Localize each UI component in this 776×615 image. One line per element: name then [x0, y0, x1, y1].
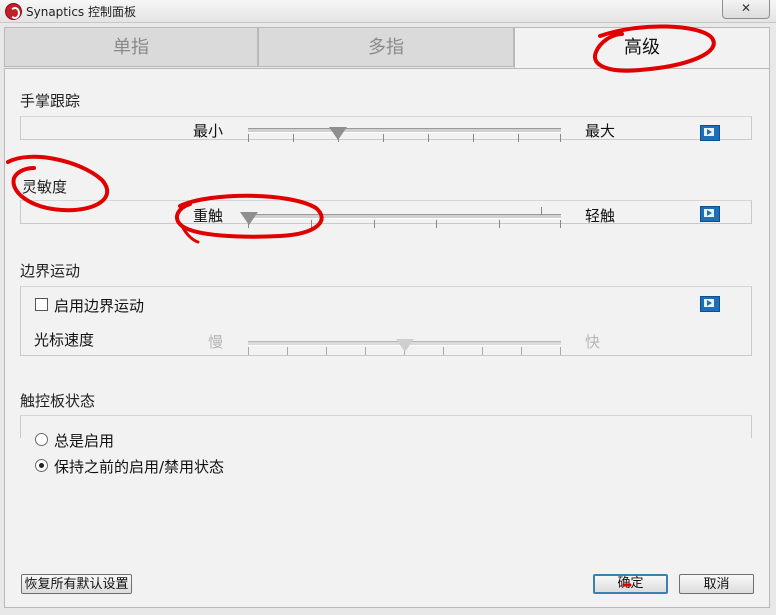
- radio-keep-previous-state[interactable]: [35, 459, 48, 472]
- option-keep-previous-state[interactable]: 保持之前的启用/禁用状态: [54, 456, 224, 477]
- tab-strip: 单指 多指 高级: [4, 27, 770, 69]
- cursor-speed-slow-label: 慢: [208, 333, 224, 351]
- synaptics-logo-icon: [5, 3, 22, 20]
- close-button[interactable]: ✕: [722, 0, 770, 19]
- cursor-speed-label: 光标速度: [34, 331, 95, 349]
- palm-tracking-slider[interactable]: [248, 128, 561, 133]
- sensitivity-group: [20, 200, 752, 224]
- edge-motion-enable-label[interactable]: 启用边界运动: [54, 295, 144, 316]
- palm-tracking-min-label: 最小: [193, 122, 224, 140]
- palm-tracking-max-label: 最大: [585, 122, 616, 140]
- tab-multi-finger[interactable]: 多指: [258, 27, 514, 67]
- edge-motion-checkbox[interactable]: [35, 298, 48, 311]
- sensitivity-label: 灵敏度: [22, 178, 68, 196]
- sensitivity-thumb[interactable]: [240, 212, 258, 225]
- ok-button[interactable]: 确定: [593, 574, 668, 594]
- edge-motion-label: 边界运动: [20, 262, 81, 280]
- sensitivity-video-icon[interactable]: [700, 206, 720, 222]
- cursor-speed-thumb[interactable]: [396, 339, 414, 352]
- touchpad-state-label: 触控板状态: [20, 392, 96, 410]
- sensitivity-slider[interactable]: [248, 214, 561, 219]
- edge-motion-video-icon[interactable]: [700, 296, 720, 312]
- cancel-button[interactable]: 取消: [679, 574, 754, 594]
- sensitivity-max-label: 轻触: [585, 207, 616, 225]
- tab-advanced[interactable]: 高级: [514, 27, 770, 69]
- touchpad-state-group: [20, 415, 752, 438]
- sensitivity-min-label: 重触: [193, 207, 224, 225]
- radio-always-enabled[interactable]: [35, 433, 48, 446]
- palm-tracking-thumb[interactable]: [329, 127, 347, 140]
- window-titlebar: Synaptics 控制面板 ✕: [0, 0, 776, 23]
- palm-tracking-label: 手掌跟踪: [20, 92, 81, 110]
- restore-defaults-button[interactable]: 恢复所有默认设置: [21, 574, 132, 594]
- tab-single-finger[interactable]: 单指: [4, 27, 258, 67]
- window-title: Synaptics 控制面板: [26, 5, 136, 19]
- option-always-enabled[interactable]: 总是启用: [54, 430, 114, 451]
- cursor-speed-fast-label: 快: [585, 333, 601, 351]
- palm-tracking-video-icon[interactable]: [700, 125, 720, 141]
